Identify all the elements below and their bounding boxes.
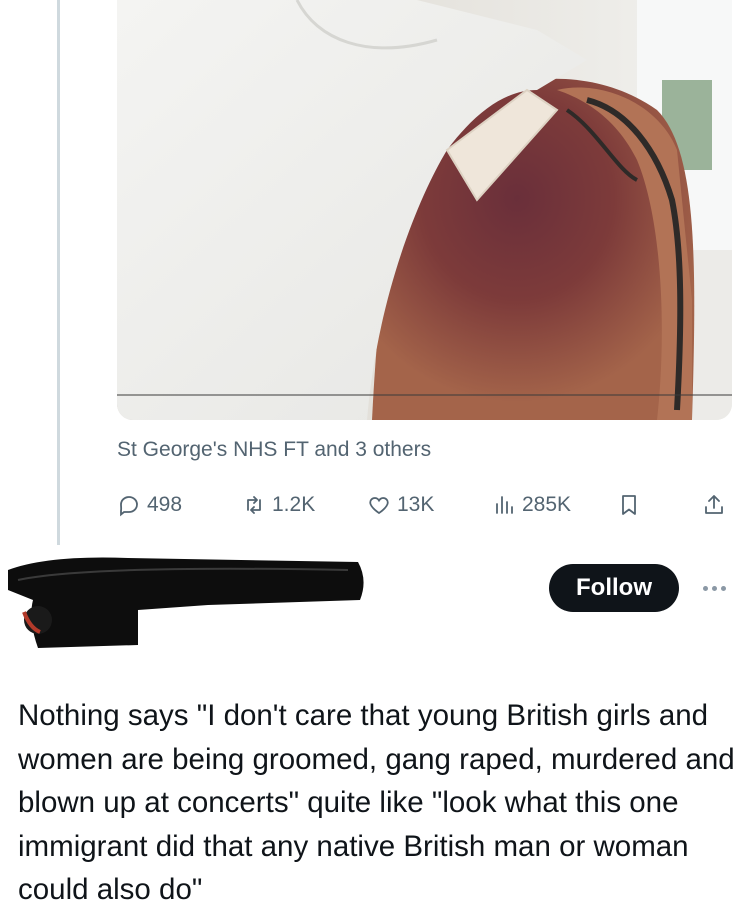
like-icon <box>369 497 389 515</box>
more-icon-dot <box>720 585 726 591</box>
like-button[interactable]: 13K <box>367 487 434 523</box>
share-icon <box>705 495 723 514</box>
bookmark-button[interactable] <box>617 487 641 523</box>
reply-icon <box>120 496 138 517</box>
reply-button[interactable]: 498 <box>117 487 182 523</box>
repost-icon <box>247 496 261 514</box>
bookmark-icon <box>622 495 636 515</box>
tweet-photo[interactable] <box>117 0 732 420</box>
views-button[interactable]: 285K <box>492 487 571 523</box>
repost-button[interactable]: 1.2K <box>242 487 315 523</box>
more-options-button[interactable] <box>696 576 732 600</box>
follow-button[interactable]: Follow <box>549 564 679 612</box>
tweet-action-bar: 498 1.2K 13K 285K <box>117 487 732 523</box>
share-button[interactable] <box>702 487 726 523</box>
more-icon-dot <box>702 585 708 591</box>
redacted-user-info <box>8 557 364 648</box>
photo-shoulder-bruise <box>117 0 732 420</box>
views-count: 285K <box>522 493 572 516</box>
reply-count: 498 <box>147 493 183 516</box>
like-count: 13K <box>397 493 435 516</box>
more-icon-dot <box>711 585 717 591</box>
views-icon <box>496 496 513 514</box>
reply-text: Nothing says "I don't care that young Br… <box>18 699 735 906</box>
tagged-users-link[interactable]: St George's NHS FT and 3 others <box>117 438 431 462</box>
thread-line <box>57 0 60 545</box>
repost-count: 1.2K <box>272 493 316 516</box>
